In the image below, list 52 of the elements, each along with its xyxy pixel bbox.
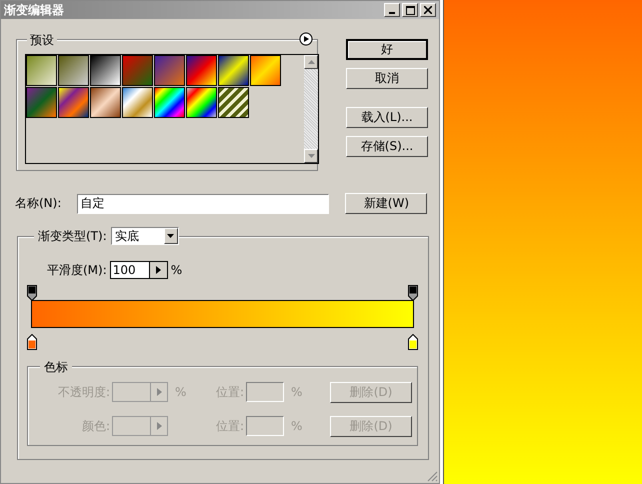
gradient-swatch[interactable] [122,87,153,118]
gradient-swatch[interactable] [26,55,57,86]
save-button[interactable]: 存储(S)... [346,136,428,157]
presets-title: 预设 [27,32,57,49]
stops-title: 色标 [40,359,72,376]
arrow-right-icon [156,388,162,396]
gradient-swatch[interactable] [186,87,217,118]
gradient-swatch[interactable] [154,87,185,118]
maximize-button[interactable] [402,3,418,17]
gradient-bar[interactable] [31,300,414,328]
gradient-swatch[interactable] [26,87,57,118]
opacity-stop-icon[interactable] [27,285,37,301]
stop-field-label: 颜色: [80,418,110,434]
name-field[interactable]: 自定 [77,194,330,214]
maximize-icon [406,6,414,14]
percent-unit: % [170,263,182,277]
minimize-button[interactable] [384,3,400,17]
gradient-swatch[interactable] [250,55,281,86]
gradient-swatch[interactable] [186,55,217,86]
unit-label: % [174,385,188,399]
unit-label: % [290,385,304,399]
smoothness-label: 平滑度(M): [47,262,107,278]
color-stop-icon[interactable] [27,334,37,350]
opacity-stop-icon[interactable] [408,285,418,301]
new-button[interactable]: 新建(W) [345,193,428,214]
gradient-swatch[interactable] [58,87,89,118]
position-label: 位置: [214,418,244,434]
stop-field-label: 不透明度: [56,384,110,400]
unit-label: % [290,419,304,433]
close-icon [424,6,432,14]
gradient-swatch[interactable] [154,55,185,86]
gradient-swatch[interactable] [218,87,249,118]
name-label: 名称(N): [15,195,62,212]
load-button[interactable]: 载入(L)... [346,107,428,128]
gradient-swatch[interactable] [122,55,153,86]
close-button[interactable] [420,3,436,17]
resize-grip-icon[interactable] [426,470,438,482]
color-stop-icon[interactable] [408,334,418,350]
gradient-swatch[interactable] [90,55,121,86]
arrow-right-icon [156,266,161,274]
gradient-swatch[interactable] [218,55,249,86]
smoothness-field[interactable]: 100 [110,261,168,279]
gradient-swatch[interactable] [90,87,121,118]
gradient-type-dropdown[interactable]: 实底 [110,227,179,245]
dropdown-arrow-icon [167,234,174,238]
gradient-type-label: 渐变类型(T): [34,227,111,245]
arrow-right-icon [156,422,162,430]
window-title: 渐变编辑器 [4,2,64,18]
cancel-button[interactable]: 取消 [346,68,428,89]
position-label: 位置: [214,384,244,400]
gradient-swatch[interactable] [58,55,89,86]
ok-button[interactable]: 好 [346,39,428,60]
